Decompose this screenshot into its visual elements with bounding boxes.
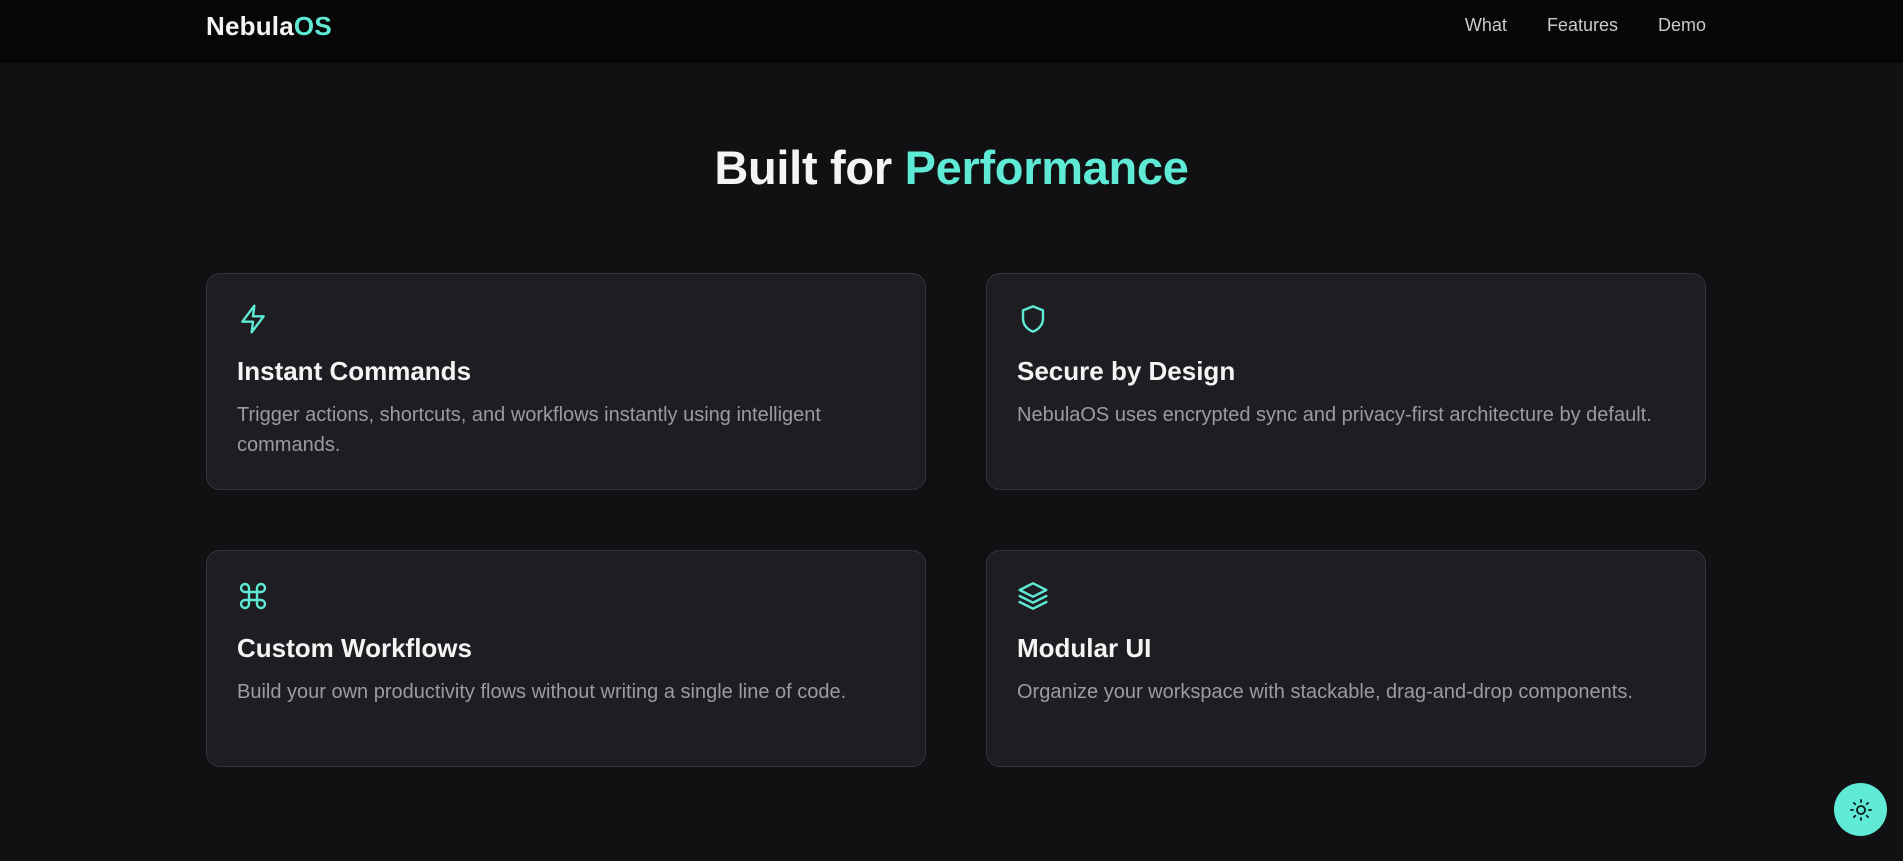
main-nav: What Features Demo — [1465, 15, 1706, 36]
nav-link-what[interactable]: What — [1465, 15, 1507, 36]
shield-icon — [1017, 303, 1049, 335]
section-title: Built for Performance — [0, 140, 1903, 195]
command-icon — [237, 580, 269, 612]
feature-description: Trigger actions, shortcuts, and workflow… — [237, 404, 821, 456]
sun-icon — [1849, 798, 1873, 822]
section-title-accent: Performance — [904, 141, 1189, 194]
top-navigation-bar: NebulaOS What Features Demo — [0, 0, 1903, 63]
feature-description: NebulaOS uses encrypted sync and privacy… — [1017, 404, 1652, 426]
feature-card-modular-ui: Modular UI Organize your workspace with … — [986, 550, 1706, 767]
section-title-main: Built for — [714, 141, 905, 194]
layers-icon — [1017, 580, 1049, 612]
feature-title: Custom Workflows — [237, 633, 472, 663]
feature-description: Build your own productivity flows withou… — [237, 681, 847, 703]
feature-card-secure-by-design: Secure by Design NebulaOS uses encrypted… — [986, 273, 1706, 490]
brand-name-part2: OS — [293, 11, 332, 41]
feature-card-custom-workflows: Custom Workflows Build your own producti… — [206, 550, 926, 767]
feature-description: Organize your workspace with stackable, … — [1017, 681, 1633, 703]
theme-toggle-button[interactable] — [1834, 783, 1887, 836]
feature-title: Secure by Design — [1017, 356, 1236, 386]
nav-link-features[interactable]: Features — [1547, 15, 1618, 36]
lightning-icon — [237, 303, 269, 335]
brand-name-part1: Nebula — [206, 11, 294, 41]
brand-logo[interactable]: NebulaOS — [206, 11, 332, 42]
feature-card-instant-commands: Instant Commands Trigger actions, shortc… — [206, 273, 926, 490]
feature-title: Instant Commands — [237, 356, 472, 386]
feature-title: Modular UI — [1017, 633, 1152, 663]
nav-link-demo[interactable]: Demo — [1658, 15, 1706, 36]
